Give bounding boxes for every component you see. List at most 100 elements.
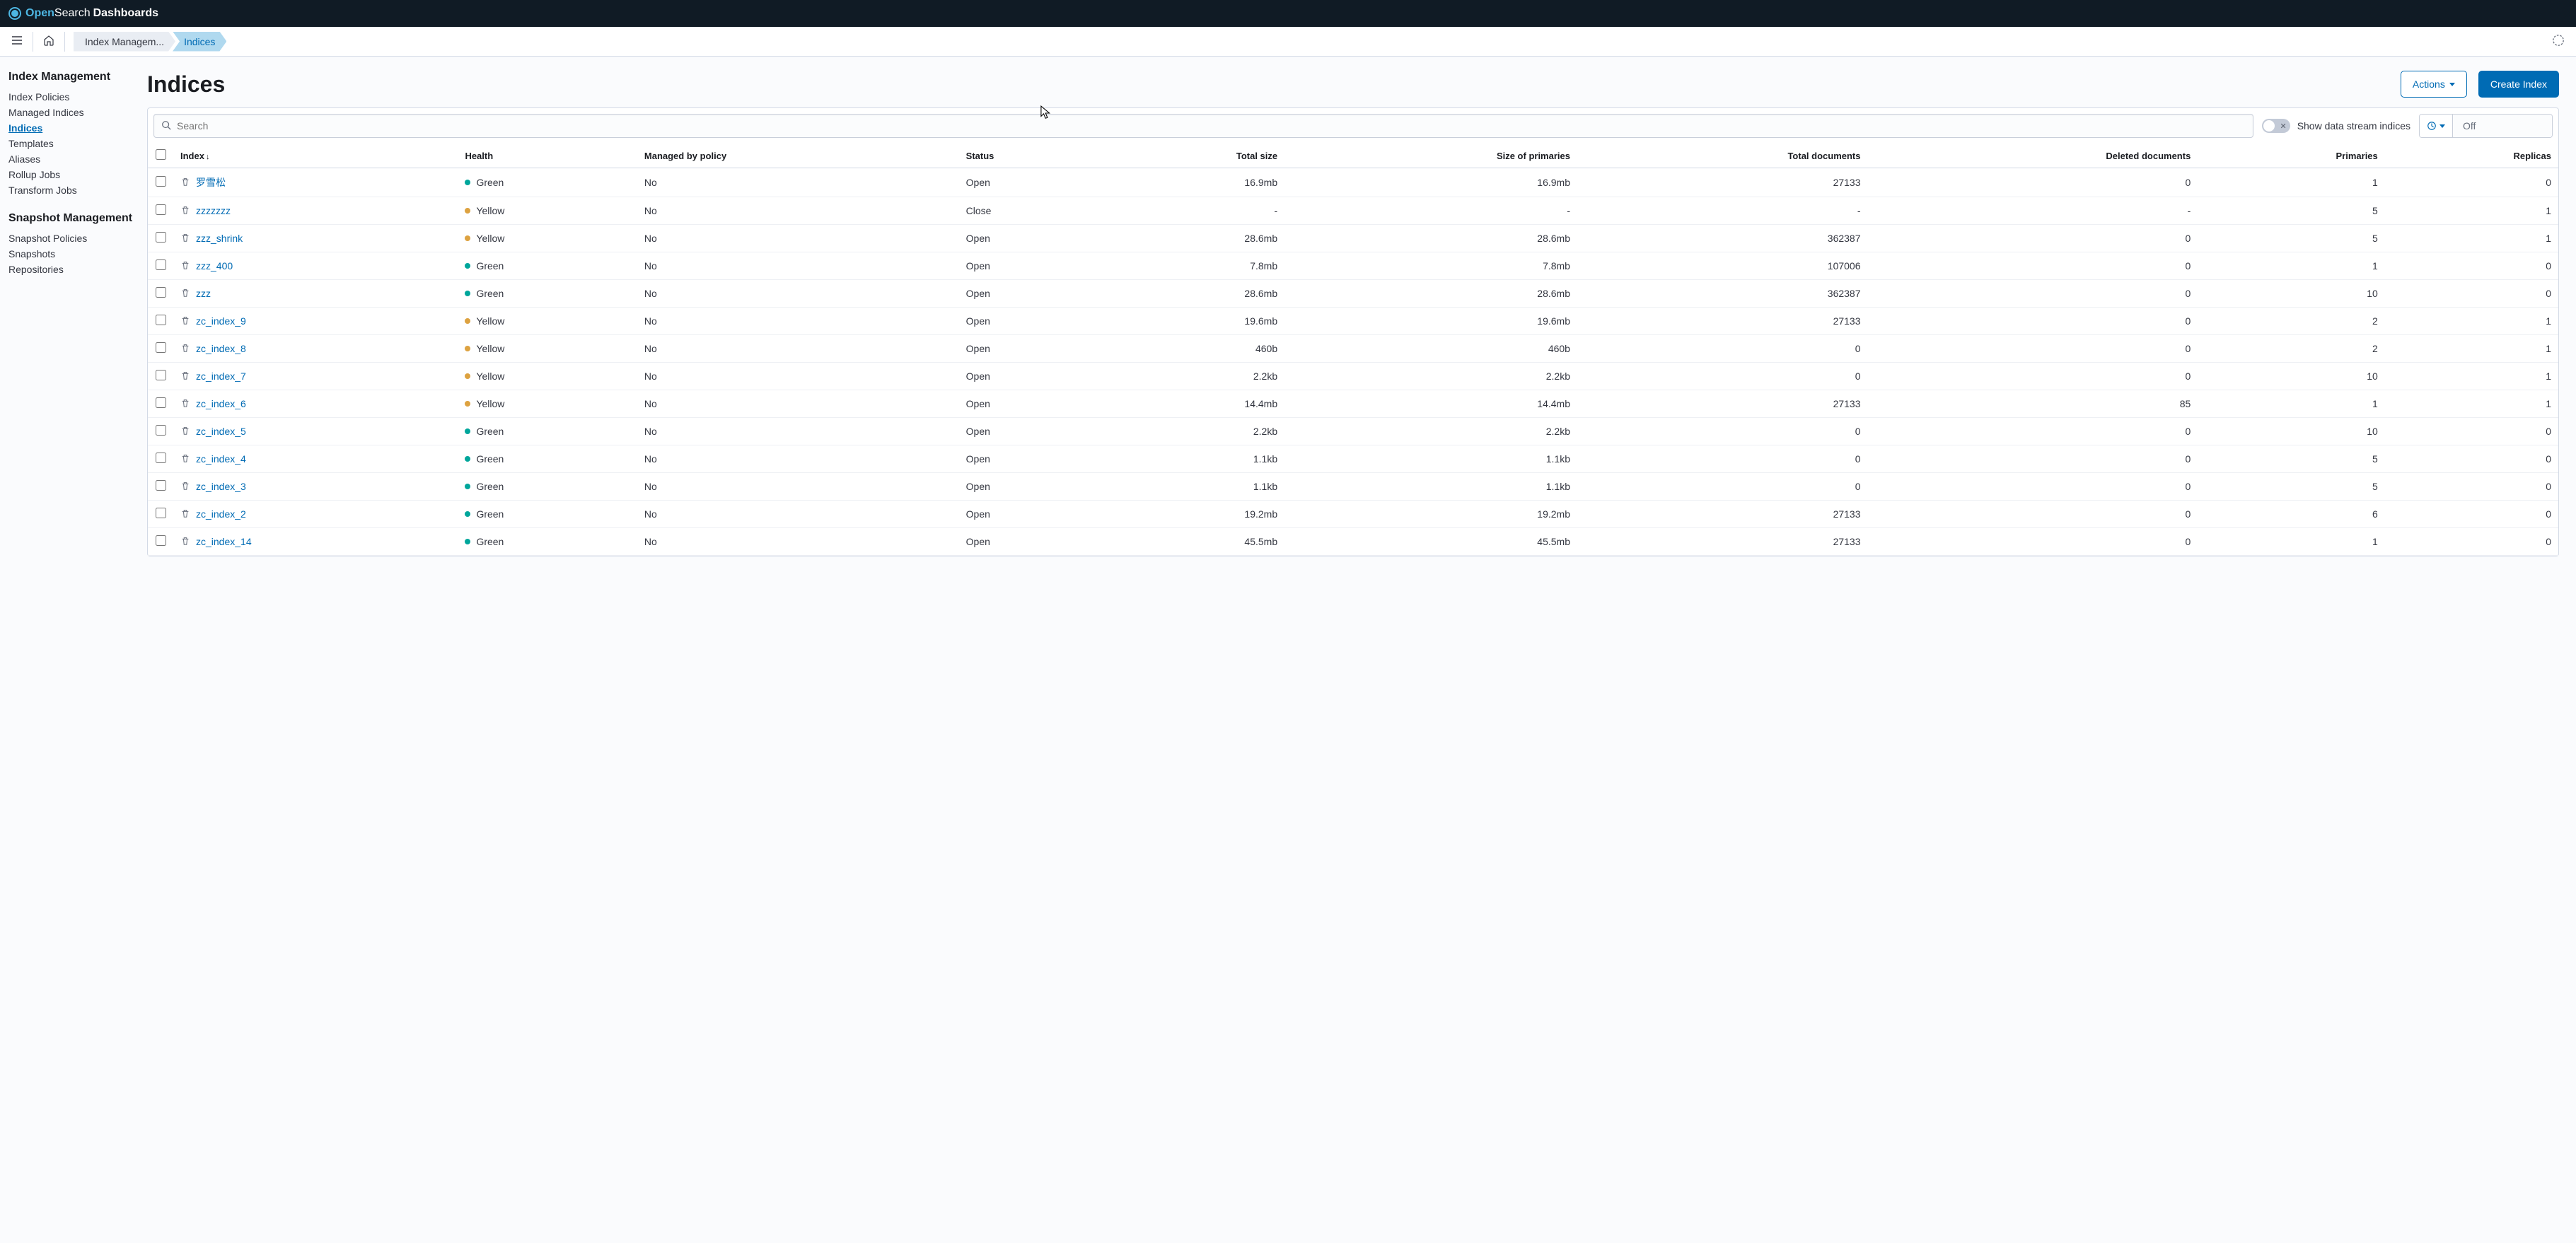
sidebar-item-index-policies[interactable]: Index Policies xyxy=(8,89,133,105)
index-link[interactable]: zc_index_14 xyxy=(196,536,252,547)
index-link[interactable]: 罗雪松 xyxy=(196,175,226,189)
index-link[interactable]: zc_index_5 xyxy=(196,426,246,437)
cell-primaries: 5 xyxy=(2198,445,2384,473)
row-checkbox[interactable] xyxy=(156,232,166,243)
sidebar-item-indices[interactable]: Indices xyxy=(8,120,133,136)
cell-deleted-docs: 0 xyxy=(1868,473,2198,501)
sidebar-item-repositories[interactable]: Repositories xyxy=(8,262,133,277)
cell-total-size: 14.4mb xyxy=(1100,390,1284,418)
chevron-down-icon xyxy=(2439,124,2445,128)
health-dot-icon xyxy=(465,180,470,185)
row-checkbox[interactable] xyxy=(156,342,166,353)
index-link[interactable]: zc_index_2 xyxy=(196,508,246,520)
health-text: Yellow xyxy=(476,205,504,216)
row-checkbox[interactable] xyxy=(156,453,166,463)
col-index[interactable]: Index↓ xyxy=(173,144,458,168)
health-dot-icon xyxy=(465,346,470,351)
cell-replicas: 0 xyxy=(2385,501,2558,528)
cell-primaries: 2 xyxy=(2198,335,2384,363)
account-button[interactable] xyxy=(2546,28,2570,54)
sidebar-group-title: Index Management xyxy=(8,71,133,83)
col-replicas[interactable]: Replicas xyxy=(2385,144,2558,168)
actions-button-label: Actions xyxy=(2413,78,2445,90)
cell-managed: No xyxy=(637,168,959,197)
col-health[interactable]: Health xyxy=(458,144,637,168)
col-primaries[interactable]: Primaries xyxy=(2198,144,2384,168)
data-stream-toggle[interactable]: ✕ xyxy=(2262,119,2290,133)
row-checkbox[interactable] xyxy=(156,425,166,436)
cell-primaries: 10 xyxy=(2198,280,2384,308)
row-checkbox[interactable] xyxy=(156,370,166,380)
trash-icon xyxy=(180,205,190,217)
cell-deleted-docs: 0 xyxy=(1868,501,2198,528)
breadcrumb-item-active[interactable]: Indices xyxy=(173,32,226,52)
index-link[interactable]: zzzzzzz xyxy=(196,205,231,216)
sidebar-item-aliases[interactable]: Aliases xyxy=(8,151,133,167)
row-checkbox[interactable] xyxy=(156,287,166,298)
index-link[interactable]: zc_index_8 xyxy=(196,343,246,354)
row-checkbox[interactable] xyxy=(156,259,166,270)
sidebar-item-snapshot-policies[interactable]: Snapshot Policies xyxy=(8,230,133,246)
toggle-thumb xyxy=(2263,120,2275,132)
sidebar-item-templates[interactable]: Templates xyxy=(8,136,133,151)
trash-icon xyxy=(180,315,190,327)
col-total-docs[interactable]: Total documents xyxy=(1577,144,1868,168)
index-link[interactable]: zc_index_9 xyxy=(196,315,246,327)
index-link[interactable]: zc_index_3 xyxy=(196,481,246,492)
index-link[interactable]: zc_index_7 xyxy=(196,370,246,382)
cell-deleted-docs: 0 xyxy=(1868,308,2198,335)
row-checkbox[interactable] xyxy=(156,315,166,325)
health-dot-icon xyxy=(465,428,470,434)
select-all-checkbox[interactable] xyxy=(156,149,166,160)
refresh-interval-button[interactable] xyxy=(2420,115,2453,137)
health-dot-icon xyxy=(465,373,470,379)
sidebar-item-snapshots[interactable]: Snapshots xyxy=(8,246,133,262)
index-link[interactable]: zzz_shrink xyxy=(196,233,243,244)
brand-open: Open xyxy=(25,7,54,20)
cell-deleted-docs: 0 xyxy=(1868,528,2198,556)
col-managed[interactable]: Managed by policy xyxy=(637,144,959,168)
cell-size-primaries: 28.6mb xyxy=(1284,280,1577,308)
col-deleted-docs[interactable]: Deleted documents xyxy=(1868,144,2198,168)
cell-total-size: 28.6mb xyxy=(1100,280,1284,308)
row-checkbox[interactable] xyxy=(156,204,166,215)
sidebar-item-rollup-jobs[interactable]: Rollup Jobs xyxy=(8,167,133,182)
breadcrumb-item[interactable]: Index Managem... xyxy=(74,32,175,52)
search-wrapper[interactable] xyxy=(153,114,2253,138)
cell-status: Close xyxy=(959,197,1100,225)
index-link[interactable]: zc_index_6 xyxy=(196,398,246,409)
cell-size-primaries: 14.4mb xyxy=(1284,390,1577,418)
index-link[interactable]: zc_index_4 xyxy=(196,453,246,465)
search-input[interactable] xyxy=(177,120,2246,132)
col-size-primaries[interactable]: Size of primaries xyxy=(1284,144,1577,168)
menu-toggle-button[interactable] xyxy=(6,29,28,54)
cell-deleted-docs: 0 xyxy=(1868,252,2198,280)
index-link[interactable]: zzz_400 xyxy=(196,260,233,272)
create-index-button[interactable]: Create Index xyxy=(2478,71,2559,98)
row-checkbox[interactable] xyxy=(156,397,166,408)
health-text: Yellow xyxy=(476,370,504,382)
app-header: OpenSearch Dashboards xyxy=(0,0,2576,27)
brand-logo[interactable]: OpenSearch Dashboards xyxy=(8,7,158,20)
trash-icon xyxy=(180,233,190,245)
cell-primaries: 1 xyxy=(2198,168,2384,197)
home-button[interactable] xyxy=(37,29,60,54)
refresh-state[interactable]: Off xyxy=(2453,115,2552,137)
col-total-size[interactable]: Total size xyxy=(1100,144,1284,168)
cell-total-docs: 27133 xyxy=(1577,528,1868,556)
row-checkbox[interactable] xyxy=(156,480,166,491)
row-checkbox[interactable] xyxy=(156,535,166,546)
cell-primaries: 10 xyxy=(2198,418,2384,445)
sidebar-item-transform-jobs[interactable]: Transform Jobs xyxy=(8,182,133,198)
trash-icon xyxy=(180,260,190,272)
cell-total-size: - xyxy=(1100,197,1284,225)
col-status[interactable]: Status xyxy=(959,144,1100,168)
sidebar-item-managed-indices[interactable]: Managed Indices xyxy=(8,105,133,120)
cell-size-primaries: 19.6mb xyxy=(1284,308,1577,335)
sidebar: Index Management Index Policies Managed … xyxy=(0,57,141,565)
row-checkbox[interactable] xyxy=(156,176,166,187)
actions-button[interactable]: Actions xyxy=(2401,71,2467,98)
index-link[interactable]: zzz xyxy=(196,288,211,299)
row-checkbox[interactable] xyxy=(156,508,166,518)
table-row: zc_index_9 Yellow No Open 19.6mb 19.6mb … xyxy=(148,308,2558,335)
